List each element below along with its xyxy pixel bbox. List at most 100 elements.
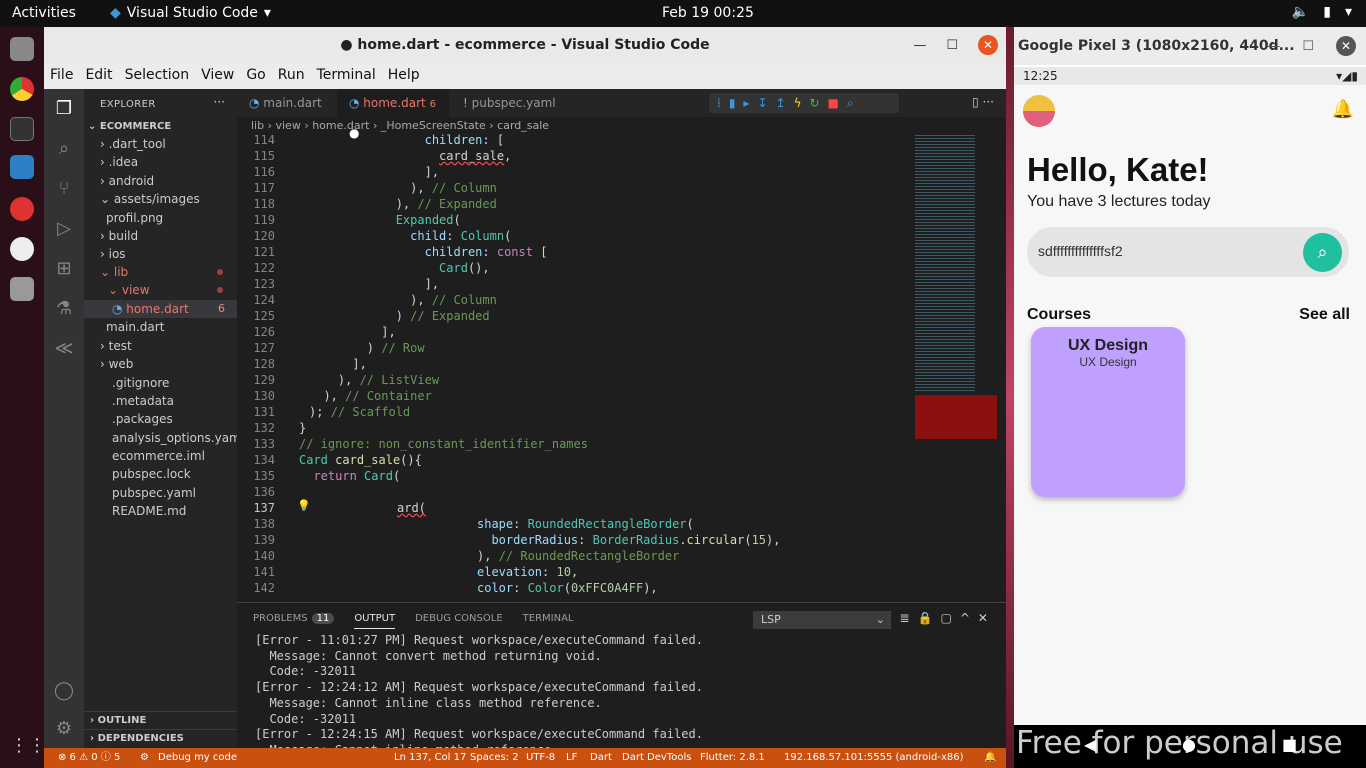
status-problems[interactable]: ⊗ 6 ⚠ 0 ⓘ 5 — [58, 748, 120, 768]
split-editor-icon[interactable]: ▯ ··· — [972, 95, 994, 109]
source-control-icon[interactable]: ⑂ — [52, 177, 76, 201]
tree-item[interactable]: pubspec.lock — [84, 465, 237, 483]
status-language[interactable]: Dart — [590, 748, 612, 768]
status-encoding[interactable]: UTF-8 — [526, 748, 555, 768]
files-icon[interactable] — [10, 37, 34, 61]
tab-output[interactable]: OUTPUT — [354, 613, 396, 629]
tree-item[interactable]: .metadata — [84, 392, 237, 410]
close-icon[interactable]: ✕ — [1336, 36, 1356, 56]
menu-run[interactable]: Run — [272, 63, 311, 89]
code-editor[interactable]: 114 children: [ 115 card_sale, 116 ], 11… — [237, 133, 901, 602]
lightbulb-icon[interactable]: 💡 — [297, 499, 311, 512]
maximize-icon[interactable]: ☐ — [946, 38, 958, 53]
menu-selection[interactable]: Selection — [119, 63, 196, 89]
run-debug-icon[interactable]: ▷ — [52, 217, 76, 241]
dependencies-section[interactable]: › DEPENDENCIES — [84, 729, 237, 747]
tree-folder-view[interactable]: ⌄ view — [84, 281, 237, 299]
search-field[interactable]: sdffffffffffffffsf2 ⌕ — [1027, 227, 1349, 277]
show-apps-icon[interactable]: ⋮⋮ — [10, 735, 46, 759]
clock[interactable]: Feb 19 00:25 — [662, 5, 754, 21]
tree-item[interactable]: › test — [84, 337, 237, 355]
tree-item[interactable]: › android — [84, 172, 237, 190]
tree-folder-lib[interactable]: ⌄ lib — [84, 263, 237, 281]
tab-main-dart[interactable]: ◔ main.dart — [237, 89, 335, 117]
panel-actions[interactable]: ≣🔒▢^✕ — [900, 611, 996, 625]
search-button[interactable]: ⌕ — [1303, 233, 1342, 272]
app-dock-icon-2[interactable] — [10, 237, 34, 261]
tree-item[interactable]: README.md — [84, 502, 237, 520]
tab-debug-console[interactable]: DEBUG CONSOLE — [415, 613, 503, 629]
menu-terminal[interactable]: Terminal — [311, 63, 382, 89]
see-all-link[interactable]: See all — [1299, 306, 1350, 324]
flutter-icon[interactable]: ≪ — [52, 337, 76, 361]
tree-item[interactable]: ecommerce.iml — [84, 447, 237, 465]
log-line: Code: -32011 — [255, 664, 357, 679]
explorer-icon[interactable]: ❐ — [52, 97, 76, 121]
settings-gear-icon[interactable]: ⚙ — [52, 717, 76, 741]
more-actions-icon[interactable]: ··· — [214, 95, 225, 109]
tree-item[interactable]: .gitignore — [84, 374, 237, 392]
tab-pubspec-yaml[interactable]: ! pubspec.yaml — [451, 89, 569, 117]
maximize-icon[interactable]: ☐ — [1302, 39, 1314, 54]
minimize-icon[interactable]: — — [913, 38, 926, 53]
status-device[interactable]: 192.168.57.101:5555 (android-x86) — [784, 748, 964, 768]
search-input[interactable]: sdffffffffffffffsf2 — [1038, 243, 1123, 259]
tree-item[interactable]: pubspec.yaml — [84, 484, 237, 502]
status-eol[interactable]: LF — [566, 748, 577, 768]
account-icon[interactable]: ◯ — [52, 679, 76, 703]
minimize-icon[interactable]: — — [1267, 39, 1280, 54]
system-tray[interactable]: 🔈 ▮ ▾ — [1292, 4, 1352, 20]
testing-icon[interactable]: ⚗ — [52, 297, 76, 321]
course-card[interactable]: UX Design UX Design — [1031, 327, 1185, 497]
app-menu[interactable]: ◆ Visual Studio Code ▾ — [110, 5, 271, 21]
tree-item[interactable]: ⌄ assets/images — [84, 190, 237, 208]
tree-item-home-dart[interactable]: ◔ home.dart 6 — [84, 300, 237, 318]
activities-button[interactable]: Activities — [12, 5, 76, 21]
vscode-dock-icon[interactable] — [10, 155, 34, 179]
app-dock-icon[interactable] — [10, 197, 34, 221]
status-position[interactable]: Ln 137, Col 17 — [394, 748, 466, 768]
output-log[interactable]: [Error - 11:01:27 PM] Request workspace/… — [255, 633, 703, 759]
menu-help[interactable]: Help — [382, 63, 426, 89]
project-root[interactable]: ⌄ ECOMMERCE — [88, 121, 171, 132]
breadcrumb[interactable]: lib › view › home.dart › _HomeScreenStat… — [251, 119, 549, 132]
search-icon[interactable]: ⌕ — [52, 137, 76, 161]
tree-item[interactable]: profil.png — [84, 209, 237, 227]
stop-icon[interactable]: ■ — [828, 96, 847, 110]
avatar[interactable] — [1023, 95, 1055, 127]
hot-reload-icon[interactable]: ϟ — [794, 96, 810, 110]
notifications-icon[interactable]: 🔔 — [984, 748, 996, 768]
tree-item[interactable]: analysis_options.yaml — [84, 429, 244, 447]
output-channel-select[interactable]: LSP ⌄ — [753, 611, 891, 629]
status-debug[interactable]: Debug my code — [158, 748, 237, 768]
tab-terminal[interactable]: TERMINAL — [523, 613, 574, 629]
tree-item[interactable]: main.dart — [84, 318, 237, 336]
menu-file[interactable]: File — [44, 63, 79, 89]
tree-item[interactable]: › web — [84, 355, 237, 373]
line-number: 135 — [253, 469, 275, 483]
menu-view[interactable]: View — [195, 63, 240, 89]
tree-item[interactable]: › ios — [84, 245, 237, 263]
code-line: ) // Row — [309, 341, 425, 355]
minimap[interactable] — [907, 133, 1001, 602]
status-spaces[interactable]: Spaces: 2 — [470, 748, 519, 768]
bell-icon[interactable]: 🔔 — [1332, 99, 1354, 120]
tree-item[interactable]: .packages — [84, 410, 237, 428]
extensions-icon[interactable]: ⊞ — [52, 257, 76, 281]
menu-edit[interactable]: Edit — [79, 63, 118, 89]
close-icon[interactable]: ✕ — [978, 35, 998, 55]
tree-item[interactable]: › build — [84, 227, 237, 245]
status-flutter[interactable]: Flutter: 2.8.1 — [700, 748, 765, 768]
tree-item[interactable]: › .dart_tool — [84, 135, 237, 153]
outline-section[interactable]: › OUTLINE — [84, 711, 237, 729]
disk-icon[interactable] — [10, 277, 34, 301]
tab-problems[interactable]: PROBLEMS 11 — [253, 613, 335, 629]
tree-item[interactable]: › .idea — [84, 153, 237, 171]
chrome-icon[interactable] — [10, 77, 34, 101]
menu-go[interactable]: Go — [240, 63, 271, 89]
tab-home-dart[interactable]: ◔ home.dart 6 ● — [337, 89, 449, 140]
debug-toolbar[interactable]: ⁞▮▸↧↥ϟ↻■⌕ — [709, 93, 899, 113]
terminal-icon[interactable] — [10, 117, 34, 141]
restart-icon[interactable]: ↻ — [809, 96, 827, 110]
status-devtools[interactable]: Dart DevTools — [622, 748, 691, 768]
